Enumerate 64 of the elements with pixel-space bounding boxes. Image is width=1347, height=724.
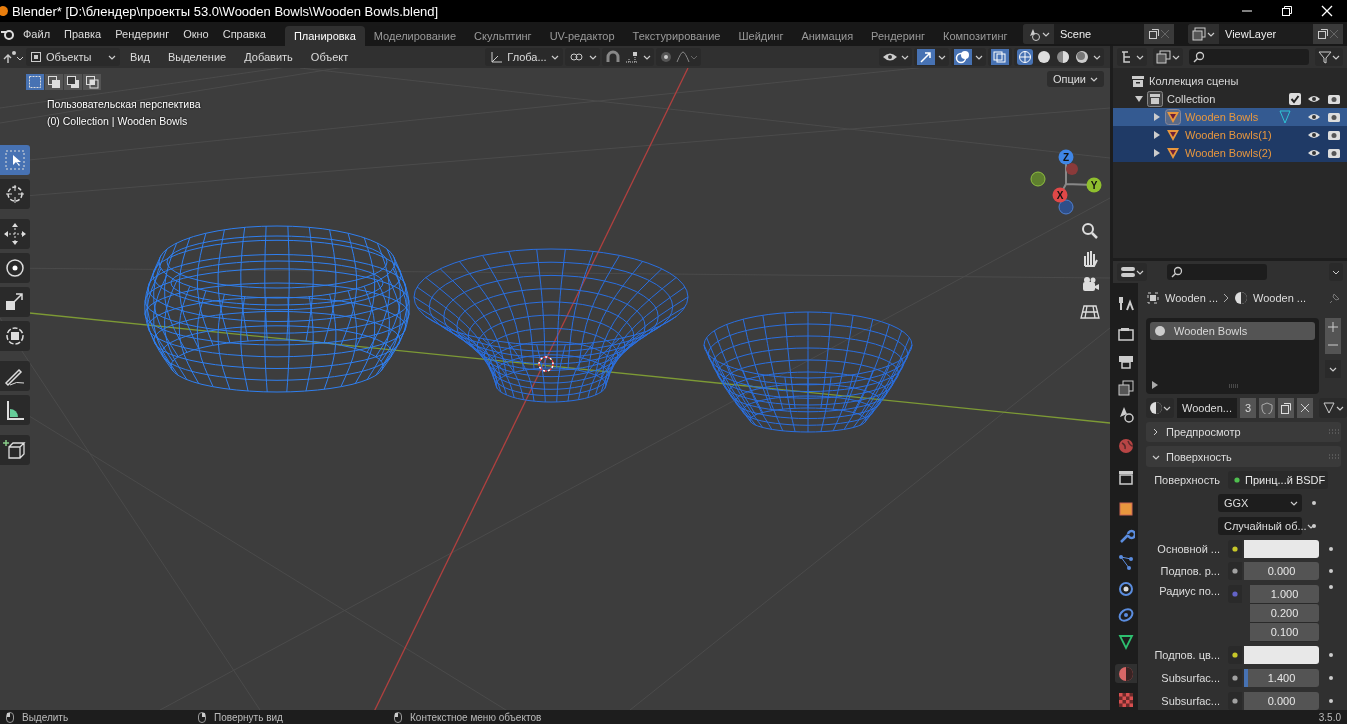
menu-item[interactable]: Объект [302, 51, 357, 63]
number-field[interactable]: 0.100 [1250, 622, 1319, 642]
object-name[interactable]: Wooden Bowls(1) [1185, 129, 1291, 141]
breadcrumb-item[interactable]: Wooden ... [1165, 292, 1218, 305]
field-label: Основной ... [1156, 542, 1221, 555]
datablock-name[interactable]: Scene [1054, 24, 1144, 44]
menu-item[interactable]: Окно [176, 25, 216, 43]
menu-item[interactable]: Справка [215, 25, 273, 43]
panel-header[interactable]: Предпросмотр [1146, 421, 1341, 443]
scene-collection-label: Коллекция сцены [1149, 75, 1240, 87]
workspace-tab[interactable]: Моделирование [364, 26, 466, 46]
menu-item[interactable]: Добавить [236, 51, 301, 63]
workspace-tab[interactable]: Текстурирование [623, 26, 730, 46]
field-label: Subsurfac... [1160, 694, 1221, 707]
menu-item[interactable]: Выделение [159, 51, 235, 63]
menu-item[interactable]: Файл [16, 25, 58, 43]
number-field[interactable]: 1.000 [1250, 584, 1319, 604]
orientation-dropdown[interactable]: Глоба... [485, 48, 563, 66]
dropdown[interactable]: GGX [1218, 494, 1302, 513]
axis-label: Z [1062, 152, 1070, 163]
panel-header[interactable]: Поверхность [1146, 446, 1341, 467]
breadcrumb-item[interactable]: Wooden ... [1253, 292, 1306, 305]
field-label: Подпов. р... [1159, 565, 1221, 578]
user-count[interactable]: 3 [1239, 397, 1257, 418]
axis-label: X [1056, 190, 1064, 201]
number-field[interactable]: 1.400 [1244, 668, 1319, 687]
menu-item[interactable]: Правка [57, 25, 109, 43]
outliner-row[interactable]: Wooden Bowls(1) [1113, 126, 1347, 144]
field-label: Радиус по... [1158, 584, 1221, 597]
version-label: 3.5.0 [1318, 711, 1341, 723]
context-label: (0) Collection | Wooden Bowls [47, 115, 189, 127]
field-label: Subsurfac... [1160, 671, 1221, 684]
number-field[interactable]: 0.200 [1250, 603, 1319, 623]
datablock-selector[interactable]: Scene [1023, 24, 1174, 44]
datablock-name[interactable]: ViewLayer [1219, 24, 1313, 44]
number-field[interactable]: 0.000 [1244, 691, 1319, 710]
collection-label[interactable]: Collection [1167, 93, 1285, 105]
workspace-tab[interactable]: Рендеринг [862, 26, 935, 46]
number-field[interactable]: 0.000 [1244, 562, 1319, 581]
workspace-tab[interactable]: Скульптинг [465, 26, 541, 46]
workspace-tab[interactable]: Композитинг [934, 26, 1017, 46]
datablock-selector[interactable]: ViewLayer [1188, 24, 1343, 44]
view-name-label: Пользовательская перспектива [47, 98, 201, 110]
status-hint: Выделить [22, 711, 69, 723]
menu-item[interactable]: Вид [122, 51, 158, 63]
field-label: Поверхность [1153, 474, 1221, 487]
shader-field[interactable]: Принц...й BSDF [1228, 471, 1328, 490]
window-title: Blender* [D:\блендер\проекты 53.0\Wooden Bowls\Wooden Bowls.blend] [11, 3, 440, 19]
material-slot-list[interactable]: Wooden Bowls [1146, 317, 1319, 394]
outliner-row[interactable]: Wooden Bowls(2) [1113, 144, 1347, 162]
material-slot[interactable]: Wooden Bowls [1150, 321, 1315, 340]
axis-label: Y [1090, 180, 1098, 191]
options-dropdown[interactable]: Опции [1046, 71, 1104, 87]
workspace-tab[interactable]: Планировка [284, 26, 365, 46]
status-hint: Контекстное меню объектов [410, 711, 542, 723]
workspace-tab[interactable]: Шейдинг [729, 26, 793, 46]
material-name-field[interactable]: Wooden... [1177, 397, 1237, 418]
field-label: Подпов. цв... [1153, 649, 1221, 662]
workspace-tab[interactable]: Анимация [792, 26, 863, 46]
status-hint: Повернуть вид [214, 711, 283, 723]
mode-dropdown[interactable]: Объекты [26, 48, 120, 66]
workspace-tab[interactable]: UV-редактор [540, 26, 624, 46]
object-name[interactable]: Wooden Bowls(2) [1185, 147, 1291, 159]
menu-item[interactable]: Рендеринг [108, 25, 177, 43]
